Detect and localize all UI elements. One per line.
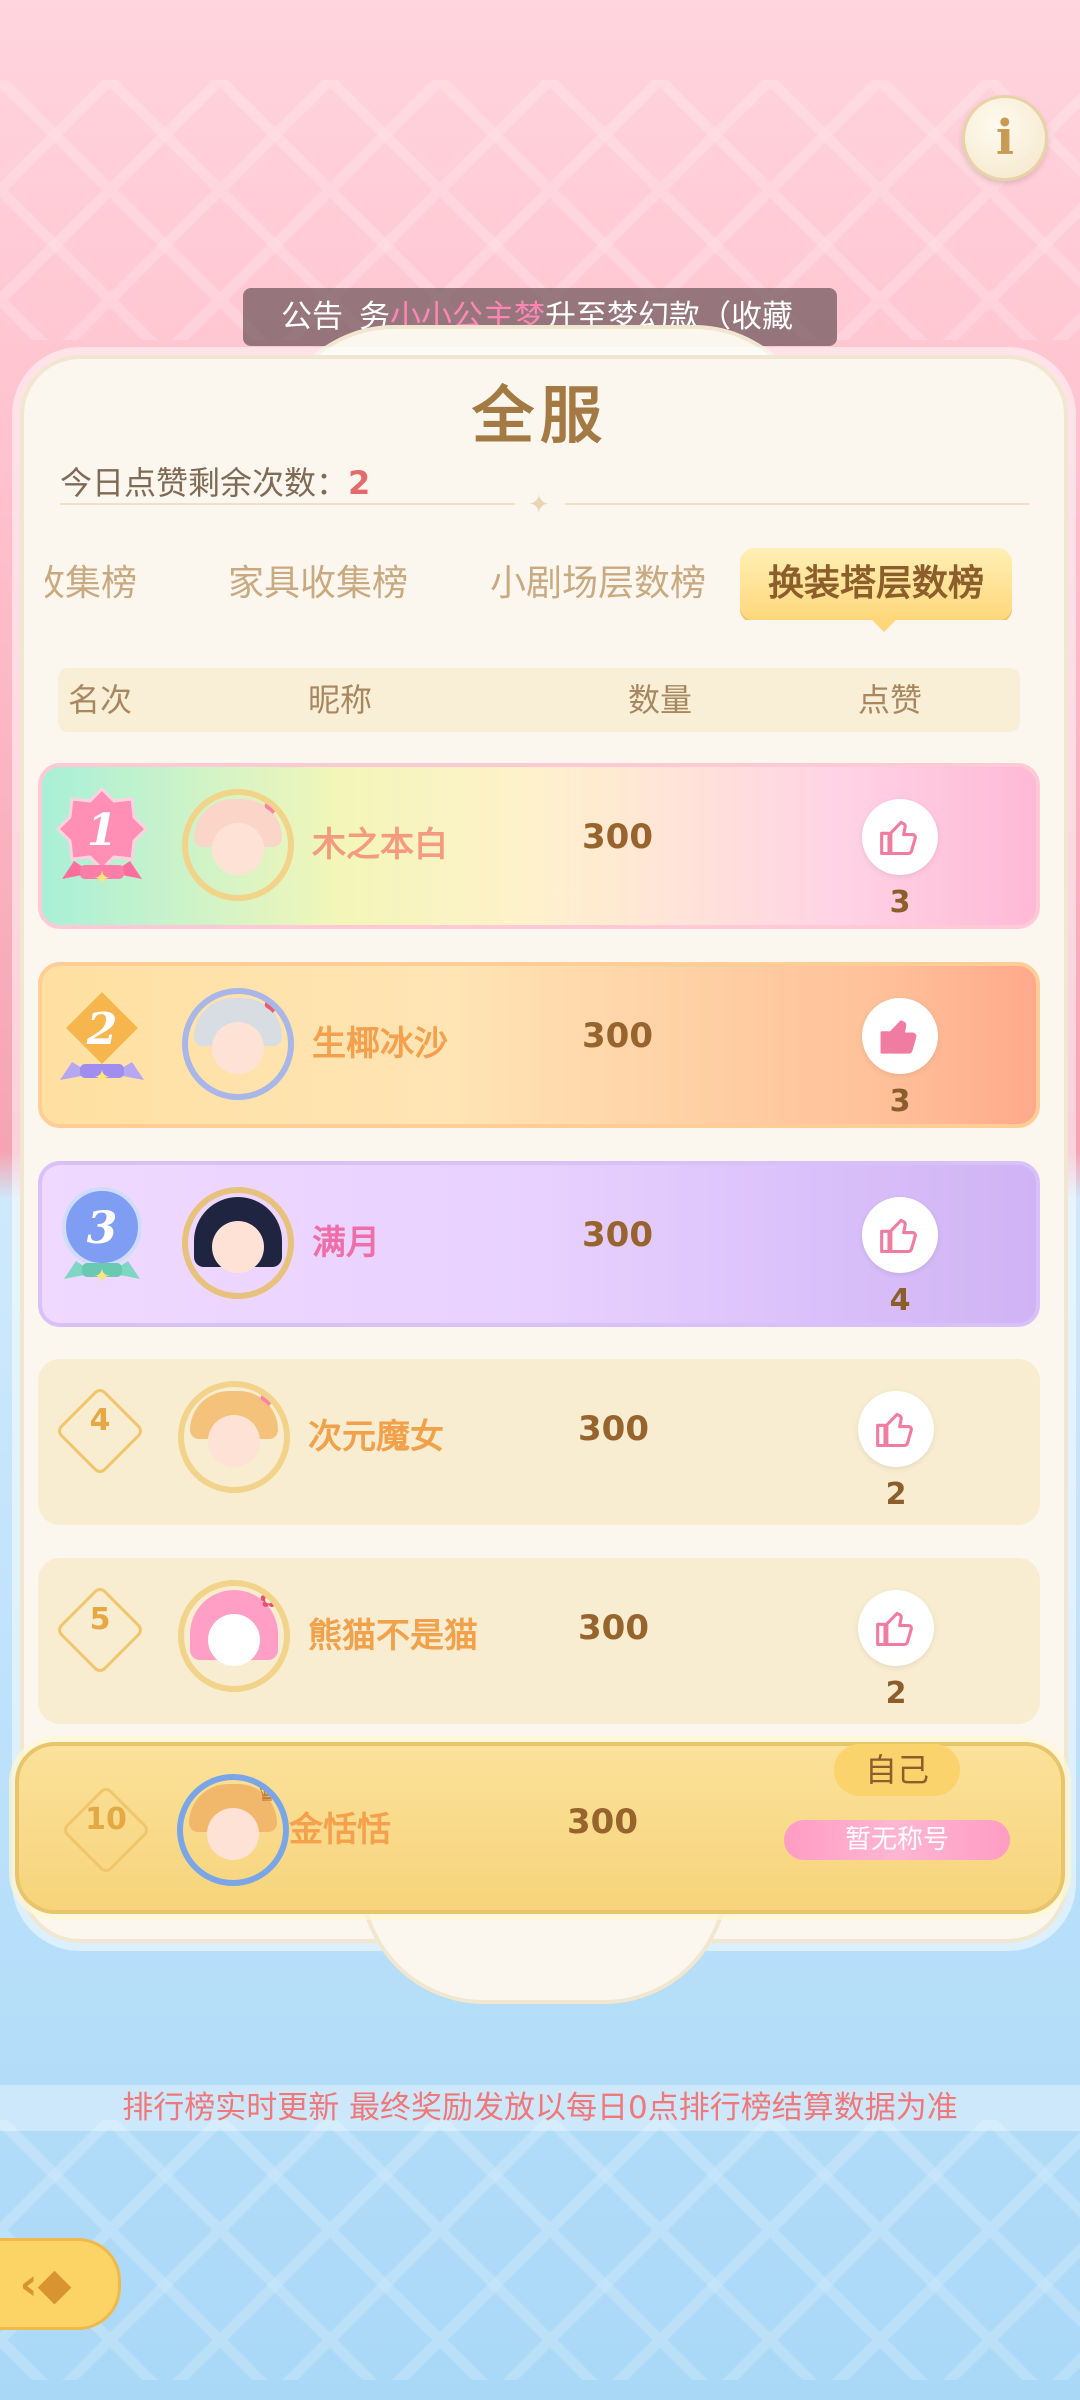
thumbs-up-icon xyxy=(876,1412,913,1448)
svg-text:2: 2 xyxy=(86,1004,118,1055)
svg-text:✦: ✦ xyxy=(94,1264,111,1288)
self-tag: 自己 xyxy=(834,1744,960,1796)
table-row: 2 ✦ ❤ 生椰冰沙 300 3 xyxy=(38,962,1040,1128)
like-button[interactable] xyxy=(862,998,938,1074)
like-count: 2 xyxy=(885,1477,907,1512)
player-quantity: 300 xyxy=(582,817,653,857)
tab-collection[interactable]: 收集榜 xyxy=(45,548,137,620)
svg-text:1: 1 xyxy=(87,805,118,856)
table-row: 5 ✿ 熊猫不是猫 300 2 xyxy=(38,1558,1040,1724)
player-quantity: 300 xyxy=(578,1409,649,1449)
col-name: 昵称 xyxy=(308,681,373,719)
like-button[interactable] xyxy=(858,1590,934,1666)
like-button[interactable] xyxy=(862,1197,938,1273)
player-name: 生椰冰沙 xyxy=(312,1024,448,1064)
like-count: 3 xyxy=(889,1084,911,1119)
like-button[interactable] xyxy=(858,1391,934,1467)
self-row: 10 ♛ 金恬恬 300 自己 暂无称号 xyxy=(15,1742,1065,1914)
col-qty: 数量 xyxy=(628,681,693,719)
back-button[interactable]: ‹◆ xyxy=(0,2238,121,2330)
player-quantity: 300 xyxy=(578,1608,649,1648)
col-rank: 名次 xyxy=(68,681,133,719)
like-button[interactable] xyxy=(862,799,938,875)
avatar[interactable]: ❤ xyxy=(182,789,294,901)
announcement-label: 公告 xyxy=(281,299,343,335)
info-button[interactable]: i xyxy=(962,95,1048,181)
likes-remaining-label: 今日点赞剩余次数： xyxy=(60,464,349,502)
player-name: 熊猫不是猫 xyxy=(308,1616,478,1656)
svg-text:✦: ✦ xyxy=(94,1065,111,1089)
self-name: 金恬恬 xyxy=(289,1810,391,1850)
info-icon: i xyxy=(995,110,1015,166)
divider-left xyxy=(60,503,515,505)
self-rank-number: 10 xyxy=(85,1802,127,1837)
avatar[interactable]: ❤ xyxy=(178,1381,290,1493)
rank-number: 5 xyxy=(89,1602,111,1637)
player-quantity: 300 xyxy=(582,1016,653,1056)
likes-remaining: 今日点赞剩余次数：2 xyxy=(60,458,370,504)
rank-3-medal-icon: 3 ✦ xyxy=(52,1181,152,1301)
player-name: 木之本白 xyxy=(312,825,448,865)
player-quantity: 300 xyxy=(582,1215,653,1255)
avatar[interactable]: ✿ xyxy=(178,1580,290,1692)
self-avatar[interactable]: ♛ xyxy=(177,1774,289,1886)
back-arrow-icon: ‹◆ xyxy=(19,2258,72,2310)
title-badge: 暂无称号 xyxy=(784,1820,1010,1860)
svg-text:✦: ✦ xyxy=(94,866,111,890)
background-pattern-bottom xyxy=(0,2120,1080,2380)
avatar[interactable]: ❤ xyxy=(182,988,294,1100)
rank-2-medal-icon: 2 ✦ xyxy=(52,982,152,1102)
ranking-footer-note: 排行榜实时更新 最终奖励发放以每日0点排行榜结算数据为准 xyxy=(0,2085,1080,2131)
table-row: 3 ✦ 满月 300 4 xyxy=(38,1161,1040,1327)
avatar[interactable] xyxy=(182,1187,294,1299)
tab-dressup-tower[interactable]: 换装塔层数榜 xyxy=(740,548,1013,620)
like-count: 2 xyxy=(885,1676,907,1711)
table-row: 1 ✦ ❤ 木之本白 300 3 xyxy=(38,763,1040,929)
table-header: 名次 昵称 数量 点赞 xyxy=(58,668,1020,732)
divider-star-icon: ✦ xyxy=(528,490,550,520)
divider-right xyxy=(565,503,1030,505)
like-count: 3 xyxy=(889,885,911,920)
col-like: 点赞 xyxy=(858,681,923,719)
rank-1-medal-icon: 1 ✦ xyxy=(52,783,152,903)
category-tabs: 收集榜 家具收集榜 小剧场层数榜 换装塔层数榜 xyxy=(45,548,1030,620)
rank-number: 4 xyxy=(89,1403,111,1438)
likes-remaining-count: 2 xyxy=(348,464,371,502)
thumbs-up-filled-icon xyxy=(880,1020,917,1054)
thumbs-up-icon xyxy=(880,1218,917,1254)
thumbs-up-icon xyxy=(876,1611,913,1647)
thumbs-up-icon xyxy=(880,820,917,856)
table-row: 4 ❤ 次元魔女 300 2 xyxy=(38,1359,1040,1525)
self-quantity: 300 xyxy=(567,1802,638,1842)
tab-theater[interactable]: 小剧场层数榜 xyxy=(490,548,706,620)
tab-furniture[interactable]: 家具收集榜 xyxy=(228,548,408,620)
player-name: 满月 xyxy=(312,1223,380,1263)
page-title: 全服 xyxy=(471,379,608,452)
like-count: 4 xyxy=(889,1283,911,1318)
svg-text:3: 3 xyxy=(87,1203,118,1254)
tab-pointer xyxy=(870,618,898,632)
player-name: 次元魔女 xyxy=(308,1417,444,1457)
